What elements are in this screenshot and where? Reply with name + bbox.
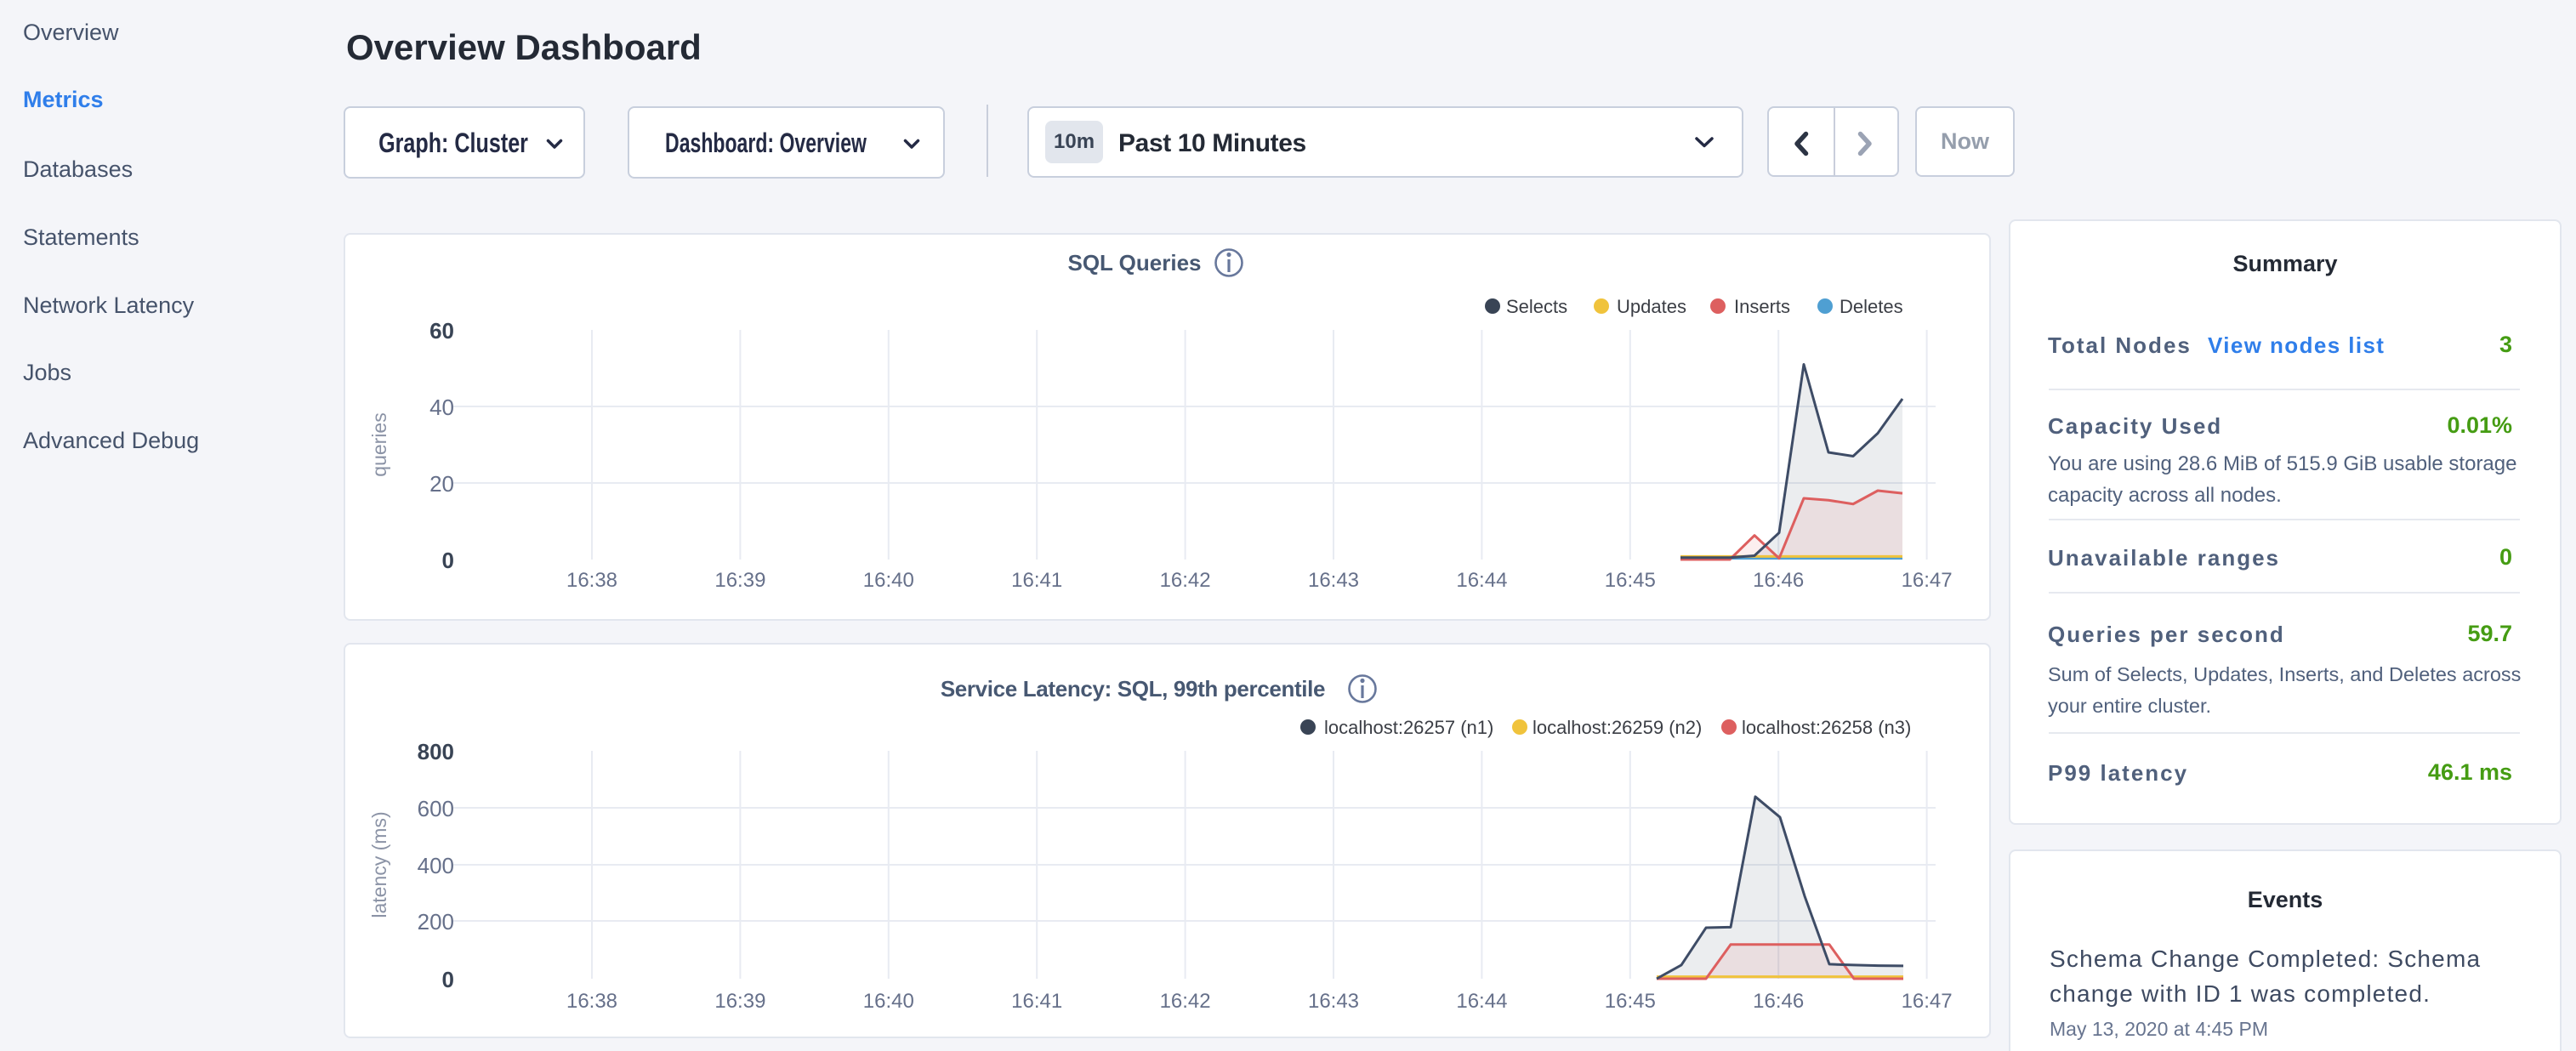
svg-text:Deletes: Deletes	[1840, 296, 1903, 317]
svg-text:20: 20	[429, 471, 454, 497]
svg-text:16:46: 16:46	[1753, 990, 1804, 1013]
svg-text:SQL Queries: SQL Queries	[1067, 250, 1201, 276]
svg-text:16:44: 16:44	[1456, 990, 1507, 1013]
svg-text:16:40: 16:40	[863, 569, 914, 592]
svg-text:16:42: 16:42	[1160, 990, 1211, 1013]
svg-text:16:38: 16:38	[566, 990, 617, 1013]
svg-text:16:43: 16:43	[1308, 990, 1359, 1013]
svg-text:600: 600	[418, 796, 454, 821]
svg-text:16:41: 16:41	[1011, 990, 1062, 1013]
svg-text:0: 0	[442, 548, 454, 573]
svg-text:16:42: 16:42	[1160, 569, 1211, 592]
svg-text:Service Latency: SQL, 99th per: Service Latency: SQL, 99th percentile	[941, 676, 1325, 702]
svg-text:16:40: 16:40	[863, 990, 914, 1013]
svg-text:400: 400	[418, 853, 454, 878]
svg-text:16:38: 16:38	[566, 569, 617, 592]
svg-text:16:44: 16:44	[1456, 569, 1507, 592]
svg-text:localhost:26259 (n2): localhost:26259 (n2)	[1533, 717, 1702, 738]
svg-text:16:39: 16:39	[714, 990, 765, 1013]
svg-text:localhost:26258 (n3): localhost:26258 (n3)	[1742, 717, 1911, 738]
svg-text:60: 60	[429, 318, 454, 344]
svg-text:Updates: Updates	[1617, 296, 1686, 317]
svg-text:Selects: Selects	[1506, 296, 1567, 317]
svg-text:localhost:26257 (n1): localhost:26257 (n1)	[1324, 717, 1493, 738]
svg-text:latency (ms): latency (ms)	[368, 811, 390, 917]
svg-text:16:39: 16:39	[714, 569, 765, 592]
svg-text:16:47: 16:47	[1902, 569, 1953, 592]
svg-text:40: 40	[429, 395, 454, 420]
svg-text:16:45: 16:45	[1605, 990, 1656, 1013]
svg-text:Inserts: Inserts	[1734, 296, 1790, 317]
svg-text:16:47: 16:47	[1902, 990, 1953, 1013]
svg-text:0: 0	[442, 967, 454, 992]
svg-text:16:41: 16:41	[1011, 569, 1062, 592]
svg-text:16:46: 16:46	[1753, 569, 1804, 592]
svg-text:800: 800	[418, 739, 454, 764]
svg-text:16:43: 16:43	[1308, 569, 1359, 592]
svg-text:16:45: 16:45	[1605, 569, 1656, 592]
svg-text:200: 200	[418, 909, 454, 935]
svg-text:queries: queries	[368, 412, 390, 476]
